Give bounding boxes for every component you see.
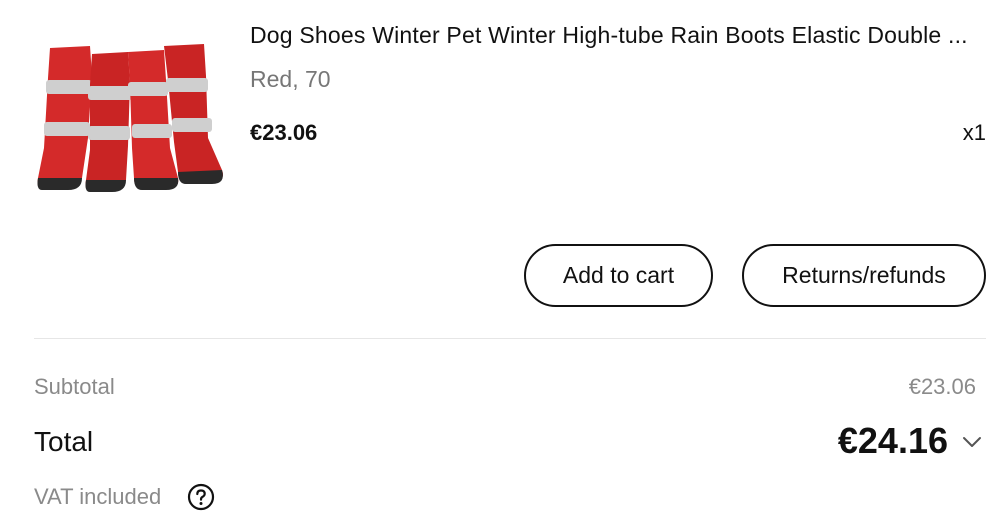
divider (34, 338, 986, 339)
order-item-page: Dog Shoes Winter Pet Winter High-tube Ra… (0, 0, 1000, 519)
returns-refunds-button[interactable]: Returns/refunds (742, 244, 986, 307)
help-icon[interactable] (187, 483, 215, 511)
total-label: Total (34, 426, 94, 457)
product-image[interactable] (32, 38, 232, 198)
boot-1 (37, 46, 92, 190)
vat-label: VAT included (34, 484, 162, 509)
product-quantity: x1 (962, 120, 986, 145)
chevron-down-icon[interactable] (960, 430, 984, 454)
subtotal-label: Subtotal (34, 374, 115, 399)
product-title[interactable]: Dog Shoes Winter Pet Winter High-tube Ra… (250, 20, 990, 50)
boot-2 (85, 52, 132, 192)
subtotal-value: €23.06 (908, 374, 976, 399)
add-to-cart-button[interactable]: Add to cart (524, 244, 713, 307)
product-price: €23.06 (250, 120, 318, 145)
total-value[interactable]: €24.16 (838, 420, 948, 462)
product-variant: Red, 70 (250, 66, 331, 92)
